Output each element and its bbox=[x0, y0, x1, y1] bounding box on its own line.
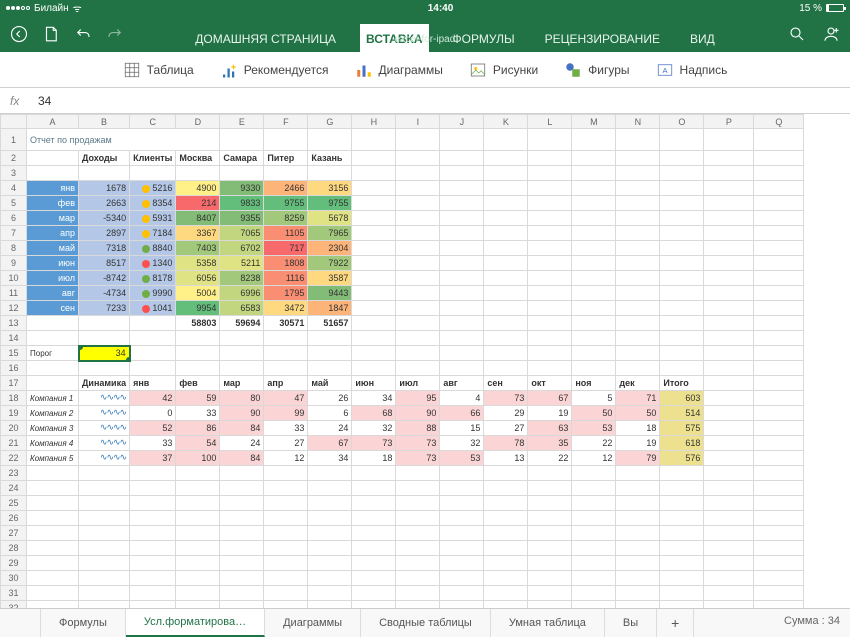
fx-label: fx bbox=[10, 94, 38, 108]
wifi-icon: ᯤ bbox=[73, 1, 82, 15]
row-header[interactable]: 29 bbox=[1, 556, 27, 571]
tool-textbox[interactable]: A Надпись bbox=[656, 61, 728, 79]
clock: 14:40 bbox=[82, 3, 799, 14]
textbox-icon: A bbox=[656, 61, 674, 79]
ios-statusbar: Билайн ᯤ 14:40 15 % bbox=[0, 0, 850, 16]
sheet-tab-condformat[interactable]: Усл.форматирова… bbox=[126, 609, 265, 637]
sheet-tab-add[interactable]: + bbox=[657, 609, 694, 637]
row-header[interactable]: 27 bbox=[1, 526, 27, 541]
battery-pct: 15 % bbox=[799, 3, 822, 14]
col-header[interactable]: D bbox=[176, 115, 220, 129]
col-header[interactable]: M bbox=[572, 115, 616, 129]
tab-home[interactable]: ДОМАШНЯЯ СТРАНИЦА bbox=[189, 24, 342, 52]
sheet-tab-truncated[interactable]: Вы bbox=[605, 609, 657, 637]
picture-icon bbox=[469, 61, 487, 79]
tool-textbox-label: Надпись bbox=[680, 63, 728, 77]
tool-table[interactable]: Таблица bbox=[123, 61, 194, 79]
titlebar: excel-for-ipad ДОМАШНЯЯ СТРАНИЦА ВСТАВКА… bbox=[0, 16, 850, 52]
sheet-tab-charts[interactable]: Диаграммы bbox=[265, 609, 361, 637]
col-header[interactable]: Q bbox=[754, 115, 804, 129]
svg-text:A: A bbox=[662, 66, 667, 75]
wand-icon bbox=[220, 61, 238, 79]
col-header[interactable]: I bbox=[396, 115, 440, 129]
tab-insert[interactable]: ВСТАВКА bbox=[360, 24, 428, 52]
col-header[interactable]: O bbox=[660, 115, 704, 129]
sheet-tab-formulas[interactable]: Формулы bbox=[40, 609, 126, 637]
back-icon[interactable] bbox=[10, 25, 28, 43]
table-icon bbox=[123, 61, 141, 79]
chart-icon bbox=[355, 61, 373, 79]
tool-pictures[interactable]: Рисунки bbox=[469, 61, 538, 79]
tool-recommended[interactable]: Рекомендуется bbox=[220, 61, 329, 79]
col-header[interactable]: P bbox=[704, 115, 754, 129]
file-icon[interactable] bbox=[42, 25, 60, 43]
tool-recommended-label: Рекомендуется bbox=[244, 63, 329, 77]
row-header[interactable]: 14 bbox=[1, 331, 27, 346]
row-header[interactable]: 30 bbox=[1, 571, 27, 586]
statusbar-sum: Сумма : 34 bbox=[774, 609, 850, 637]
col-header[interactable]: L bbox=[528, 115, 572, 129]
row-header[interactable]: 25 bbox=[1, 496, 27, 511]
tab-formulas[interactable]: ФОРМУЛЫ bbox=[447, 24, 521, 52]
insert-toolbar: Таблица Рекомендуется Диаграммы Рисунки … bbox=[0, 52, 850, 88]
formula-bar[interactable]: fx 34 bbox=[0, 88, 850, 114]
row-header[interactable]: 32 bbox=[1, 601, 27, 609]
formula-value: 34 bbox=[38, 94, 51, 108]
shapes-icon bbox=[564, 61, 582, 79]
tool-charts[interactable]: Диаграммы bbox=[355, 61, 443, 79]
tab-review[interactable]: РЕЦЕНЗИРОВАНИЕ bbox=[539, 24, 666, 52]
row-header[interactable]: 26 bbox=[1, 511, 27, 526]
col-header[interactable]: C bbox=[130, 115, 176, 129]
col-header[interactable]: E bbox=[220, 115, 264, 129]
col-header[interactable]: K bbox=[484, 115, 528, 129]
sheet-tab-pivot[interactable]: Сводные таблицы bbox=[361, 609, 491, 637]
row-header[interactable]: 16 bbox=[1, 361, 27, 376]
redo-icon[interactable] bbox=[106, 25, 124, 43]
row-header[interactable]: 31 bbox=[1, 586, 27, 601]
search-icon[interactable] bbox=[788, 25, 806, 43]
battery-icon bbox=[826, 4, 844, 12]
tool-shapes-label: Фигуры bbox=[588, 63, 629, 77]
sheet-tab-smart[interactable]: Умная таблица bbox=[491, 609, 605, 637]
undo-icon[interactable] bbox=[74, 25, 92, 43]
tool-charts-label: Диаграммы bbox=[379, 63, 443, 77]
tool-shapes[interactable]: Фигуры bbox=[564, 61, 629, 79]
row-header[interactable]: 28 bbox=[1, 541, 27, 556]
signal-icon bbox=[6, 6, 30, 10]
spreadsheet[interactable]: ABCDEFGHIJKLMNOPQ1Отчет по продажам2Дохо… bbox=[0, 114, 850, 608]
share-icon[interactable] bbox=[822, 25, 840, 43]
row-header[interactable]: 3 bbox=[1, 166, 27, 181]
col-header[interactable]: B bbox=[79, 115, 130, 129]
col-header[interactable]: F bbox=[264, 115, 308, 129]
col-header[interactable]: J bbox=[440, 115, 484, 129]
carrier-label: Билайн bbox=[34, 3, 69, 14]
tool-pictures-label: Рисунки bbox=[493, 63, 538, 77]
row-header[interactable]: 24 bbox=[1, 481, 27, 496]
tab-view[interactable]: ВИД bbox=[684, 24, 721, 52]
row-header[interactable]: 23 bbox=[1, 466, 27, 481]
col-header[interactable]: N bbox=[616, 115, 660, 129]
col-header[interactable]: G bbox=[308, 115, 352, 129]
col-header[interactable]: H bbox=[352, 115, 396, 129]
ribbon-tabs: ДОМАШНЯЯ СТРАНИЦА ВСТАВКА ФОРМУЛЫ РЕЦЕНЗ… bbox=[130, 16, 780, 52]
sheet-tabs: Формулы Усл.форматирова… Диаграммы Сводн… bbox=[0, 608, 850, 637]
col-header[interactable]: A bbox=[27, 115, 79, 129]
tool-table-label: Таблица bbox=[147, 63, 194, 77]
